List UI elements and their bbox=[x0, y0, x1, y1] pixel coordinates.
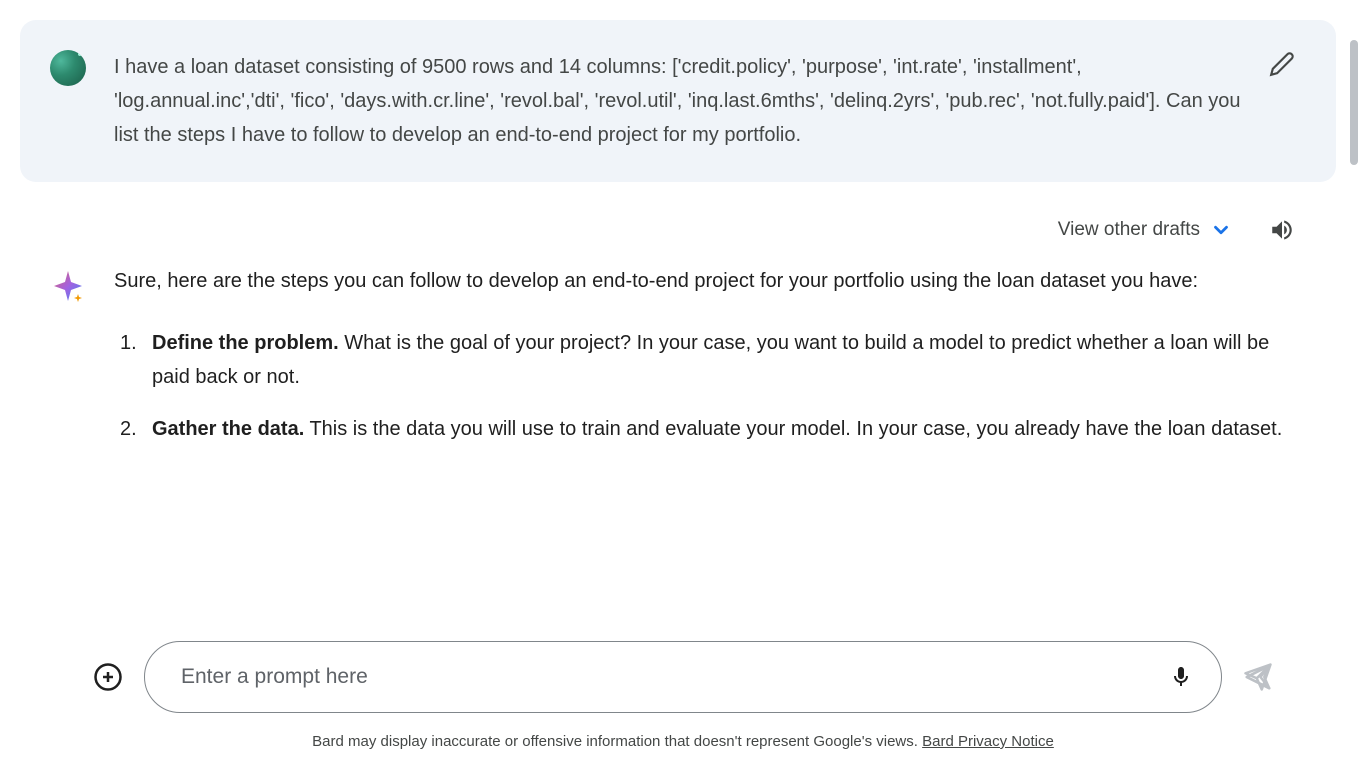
bot-message-body: Sure, here are the steps you can follow … bbox=[50, 264, 1296, 464]
user-message: I have a loan dataset consisting of 9500… bbox=[20, 20, 1336, 182]
text-to-speech-button[interactable] bbox=[1268, 216, 1296, 244]
steps-list: 1. Define the problem. What is the goal … bbox=[114, 326, 1296, 446]
bot-message-header: View other drafts bbox=[50, 216, 1296, 244]
sparkle-icon bbox=[50, 268, 86, 304]
step-number: 1. bbox=[120, 326, 137, 360]
chat-container: I have a loan dataset consisting of 9500… bbox=[0, 0, 1366, 770]
add-button[interactable] bbox=[90, 659, 126, 695]
chevron-down-icon bbox=[1210, 219, 1232, 241]
microphone-button[interactable] bbox=[1165, 661, 1197, 693]
input-row bbox=[90, 641, 1276, 713]
bot-content: Sure, here are the steps you can follow … bbox=[114, 264, 1296, 464]
plus-circle-icon bbox=[93, 662, 123, 692]
step-number: 2. bbox=[120, 412, 137, 446]
edit-button[interactable] bbox=[1268, 50, 1296, 78]
prompt-input[interactable] bbox=[181, 665, 1165, 689]
list-item: 2. Gather the data. This is the data you… bbox=[152, 412, 1296, 446]
step-body: This is the data you will use to train a… bbox=[304, 418, 1282, 440]
input-section: Bard may display inaccurate or offensive… bbox=[0, 625, 1366, 770]
scrollbar-thumb[interactable] bbox=[1350, 40, 1358, 165]
step-title: Define the problem. bbox=[152, 332, 339, 354]
send-icon bbox=[1243, 662, 1273, 692]
user-message-text: I have a loan dataset consisting of 9500… bbox=[114, 50, 1296, 152]
drafts-label: View other drafts bbox=[1058, 219, 1200, 241]
response-intro: Sure, here are the steps you can follow … bbox=[114, 264, 1296, 298]
microphone-icon bbox=[1169, 665, 1193, 689]
send-button[interactable] bbox=[1240, 659, 1276, 695]
prompt-input-wrapper bbox=[144, 641, 1222, 713]
list-item: 1. Define the problem. What is the goal … bbox=[152, 326, 1296, 394]
pencil-icon bbox=[1269, 51, 1295, 77]
step-title: Gather the data. bbox=[152, 418, 304, 440]
user-avatar bbox=[50, 50, 86, 86]
view-drafts-button[interactable]: View other drafts bbox=[1058, 219, 1232, 241]
disclaimer: Bard may display inaccurate or offensive… bbox=[90, 733, 1276, 760]
privacy-notice-link[interactable]: Bard Privacy Notice bbox=[922, 733, 1054, 750]
disclaimer-text: Bard may display inaccurate or offensive… bbox=[312, 733, 922, 750]
bot-avatar bbox=[50, 268, 86, 304]
speaker-icon bbox=[1269, 217, 1295, 243]
messages-scroll-area: I have a loan dataset consisting of 9500… bbox=[0, 0, 1366, 625]
bot-message: View other drafts bbox=[20, 194, 1336, 494]
